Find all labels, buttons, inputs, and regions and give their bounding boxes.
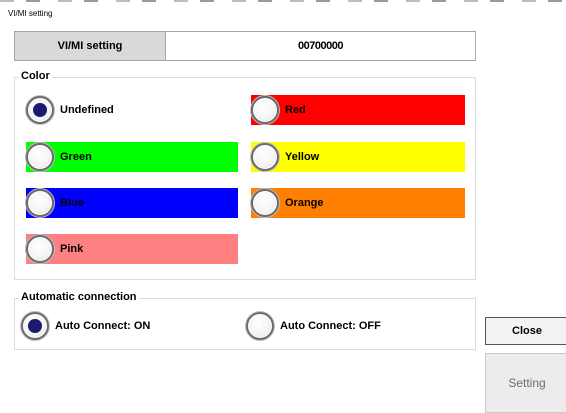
radio-pink[interactable] — [26, 235, 54, 263]
color-option-yellow[interactable]: Yellow — [251, 142, 465, 172]
color-label-blue: Blue — [60, 197, 84, 209]
title-bar: VI/MI setting — [0, 0, 566, 22]
auto-connect-on-label: Auto Connect: ON — [55, 320, 151, 332]
auto-connect-off-label: Auto Connect: OFF — [280, 320, 381, 332]
title-bar-decoration — [0, 0, 566, 2]
color-label-yellow: Yellow — [285, 151, 320, 163]
color-label-pink: Pink — [60, 243, 84, 255]
auto-connect-on-option[interactable]: Auto Connect: ON — [21, 311, 221, 341]
radio-blue[interactable] — [26, 189, 54, 217]
close-button[interactable]: Close — [485, 317, 566, 345]
color-option-orange[interactable]: Orange — [251, 188, 465, 218]
color-option-green[interactable]: Green — [26, 142, 238, 172]
window-title: VI/MI setting — [8, 9, 53, 18]
color-option-blue[interactable]: Blue — [26, 188, 238, 218]
radio-yellow[interactable] — [251, 143, 279, 171]
color-option-pink[interactable]: Pink — [26, 234, 238, 264]
color-option-undefined[interactable]: Undefined — [26, 95, 238, 125]
auto-connect-off-option[interactable]: Auto Connect: OFF — [246, 311, 446, 341]
radio-orange[interactable] — [251, 189, 279, 217]
color-label-orange: Orange — [285, 197, 324, 209]
color-label-green: Green — [60, 151, 92, 163]
radio-green[interactable] — [26, 143, 54, 171]
header-row: VI/MI setting 00700000 — [14, 31, 476, 61]
radio-selected-dot — [33, 103, 47, 117]
radio-auto-connect-off[interactable] — [246, 312, 274, 340]
radio-undefined[interactable] — [26, 96, 54, 124]
setting-button[interactable]: Setting — [485, 353, 566, 413]
header-value: 00700000 — [166, 32, 475, 60]
auto-connection-title: Automatic connection — [19, 291, 139, 303]
color-option-red[interactable]: Red — [251, 95, 465, 125]
color-label-red: Red — [285, 104, 306, 116]
color-label-undefined: Undefined — [60, 104, 114, 116]
header-label: VI/MI setting — [15, 32, 166, 60]
radio-red[interactable] — [251, 96, 279, 124]
radio-auto-connect-on[interactable] — [21, 312, 49, 340]
color-group-title: Color — [19, 70, 52, 82]
radio-selected-dot — [28, 319, 42, 333]
